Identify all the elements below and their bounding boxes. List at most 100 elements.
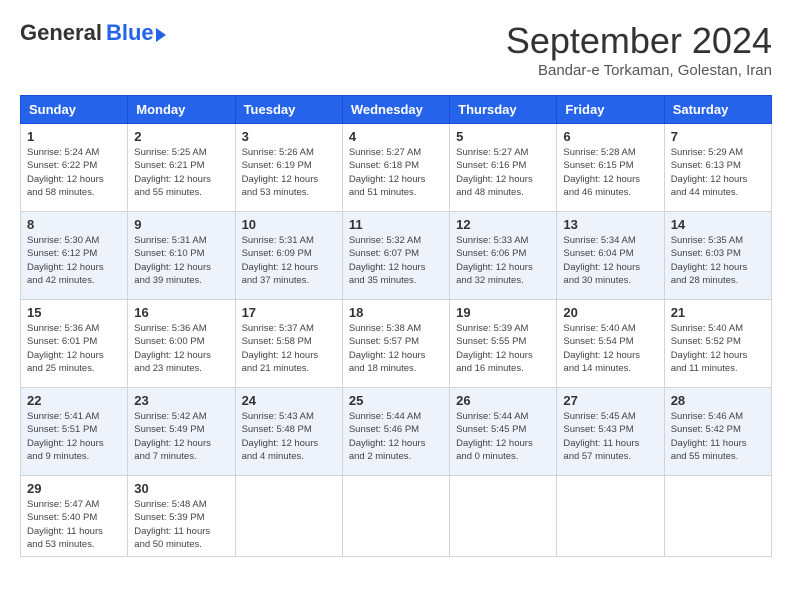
- day-info: Sunrise: 5:45 AM Sunset: 5:43 PM Dayligh…: [563, 410, 657, 463]
- day-info: Sunrise: 5:34 AM Sunset: 6:04 PM Dayligh…: [563, 234, 657, 287]
- day-info: Sunrise: 5:25 AM Sunset: 6:21 PM Dayligh…: [134, 146, 228, 199]
- day-number: 27: [563, 393, 657, 408]
- calendar-cell: 25 Sunrise: 5:44 AM Sunset: 5:46 PM Dayli…: [342, 388, 449, 476]
- day-info: Sunrise: 5:39 AM Sunset: 5:55 PM Dayligh…: [456, 322, 550, 375]
- calendar-cell: 6 Sunrise: 5:28 AM Sunset: 6:15 PM Daylig…: [557, 124, 664, 212]
- calendar-cell: 2 Sunrise: 5:25 AM Sunset: 6:21 PM Daylig…: [128, 124, 235, 212]
- calendar-cell: 23 Sunrise: 5:42 AM Sunset: 5:49 PM Dayli…: [128, 388, 235, 476]
- day-info: Sunrise: 5:40 AM Sunset: 5:54 PM Dayligh…: [563, 322, 657, 375]
- day-info: Sunrise: 5:38 AM Sunset: 5:57 PM Dayligh…: [349, 322, 443, 375]
- day-number: 20: [563, 305, 657, 320]
- day-info: Sunrise: 5:31 AM Sunset: 6:10 PM Dayligh…: [134, 234, 228, 287]
- page-header: General Blue September 2024 Bandar-e Tor…: [20, 20, 772, 79]
- day-info: Sunrise: 5:32 AM Sunset: 6:07 PM Dayligh…: [349, 234, 443, 287]
- day-number: 25: [349, 393, 443, 408]
- day-info: Sunrise: 5:47 AM Sunset: 5:40 PM Dayligh…: [27, 498, 121, 551]
- day-info: Sunrise: 5:31 AM Sunset: 6:09 PM Dayligh…: [242, 234, 336, 287]
- day-number: 26: [456, 393, 550, 408]
- day-number: 4: [349, 129, 443, 144]
- calendar-week-row: 15 Sunrise: 5:36 AM Sunset: 6:01 PM Dayli…: [21, 300, 772, 388]
- day-info: Sunrise: 5:48 AM Sunset: 5:39 PM Dayligh…: [134, 498, 228, 551]
- day-info: Sunrise: 5:28 AM Sunset: 6:15 PM Dayligh…: [563, 146, 657, 199]
- calendar-week-row: 8Sunrise: 5:30 AM Sunset: 6:12 PM Daylig…: [21, 212, 772, 300]
- day-number: 14: [671, 217, 765, 232]
- day-number: 2: [134, 129, 228, 144]
- calendar-cell: 4Sunrise: 5:27 AM Sunset: 6:18 PM Daylig…: [342, 124, 449, 212]
- day-number: 15: [27, 305, 121, 320]
- day-info: Sunrise: 5:43 AM Sunset: 5:48 PM Dayligh…: [242, 410, 336, 463]
- calendar-cell: [342, 476, 449, 557]
- day-number: 16: [134, 305, 228, 320]
- day-info: Sunrise: 5:35 AM Sunset: 6:03 PM Dayligh…: [671, 234, 765, 287]
- day-number: 18: [349, 305, 443, 320]
- calendar-week-row: 1 Sunrise: 5:24 AM Sunset: 6:22 PM Daylig…: [21, 124, 772, 212]
- day-number: 7: [671, 129, 765, 144]
- day-number: 6: [563, 129, 657, 144]
- day-number: 17: [242, 305, 336, 320]
- calendar-cell: 15 Sunrise: 5:36 AM Sunset: 6:01 PM Dayli…: [21, 300, 128, 388]
- weekday-header-row: SundayMondayTuesdayWednesdayThursdayFrid…: [21, 96, 772, 124]
- day-number: 23: [134, 393, 228, 408]
- logo-blue-text: Blue: [106, 20, 154, 46]
- day-info: Sunrise: 5:37 AM Sunset: 5:58 PM Dayligh…: [242, 322, 336, 375]
- weekday-header-monday: Monday: [128, 96, 235, 124]
- day-number: 29: [27, 481, 121, 496]
- calendar-cell: [450, 476, 557, 557]
- day-info: Sunrise: 5:40 AM Sunset: 5:52 PM Dayligh…: [671, 322, 765, 375]
- day-number: 10: [242, 217, 336, 232]
- calendar-cell: 3Sunrise: 5:26 AM Sunset: 6:19 PM Daylig…: [235, 124, 342, 212]
- calendar-cell: 10 Sunrise: 5:31 AM Sunset: 6:09 PM Dayli…: [235, 212, 342, 300]
- day-info: Sunrise: 5:24 AM Sunset: 6:22 PM Dayligh…: [27, 146, 121, 199]
- weekday-header-thursday: Thursday: [450, 96, 557, 124]
- day-info: Sunrise: 5:36 AM Sunset: 6:01 PM Dayligh…: [27, 322, 121, 375]
- calendar-cell: 9 Sunrise: 5:31 AM Sunset: 6:10 PM Daylig…: [128, 212, 235, 300]
- logo-general-text: General: [20, 20, 102, 46]
- calendar-cell: 11 Sunrise: 5:32 AM Sunset: 6:07 PM Dayli…: [342, 212, 449, 300]
- logo-arrow-icon: [156, 28, 166, 42]
- day-number: 13: [563, 217, 657, 232]
- calendar-cell: 26Sunrise: 5:44 AM Sunset: 5:45 PM Dayli…: [450, 388, 557, 476]
- weekday-header-saturday: Saturday: [664, 96, 771, 124]
- calendar-cell: 24 Sunrise: 5:43 AM Sunset: 5:48 PM Dayli…: [235, 388, 342, 476]
- day-number: 19: [456, 305, 550, 320]
- day-info: Sunrise: 5:42 AM Sunset: 5:49 PM Dayligh…: [134, 410, 228, 463]
- day-info: Sunrise: 5:36 AM Sunset: 6:00 PM Dayligh…: [134, 322, 228, 375]
- calendar-cell: 22 Sunrise: 5:41 AM Sunset: 5:51 PM Dayli…: [21, 388, 128, 476]
- calendar-cell: [664, 476, 771, 557]
- day-number: 30: [134, 481, 228, 496]
- weekday-header-wednesday: Wednesday: [342, 96, 449, 124]
- calendar-cell: 13 Sunrise: 5:34 AM Sunset: 6:04 PM Dayli…: [557, 212, 664, 300]
- calendar-cell: 20 Sunrise: 5:40 AM Sunset: 5:54 PM Dayli…: [557, 300, 664, 388]
- day-number: 5: [456, 129, 550, 144]
- calendar-cell: 21 Sunrise: 5:40 AM Sunset: 5:52 PM Dayli…: [664, 300, 771, 388]
- calendar-cell: 29 Sunrise: 5:47 AM Sunset: 5:40 PM Dayli…: [21, 476, 128, 557]
- day-info: Sunrise: 5:44 AM Sunset: 5:46 PM Dayligh…: [349, 410, 443, 463]
- calendar-week-row: 29 Sunrise: 5:47 AM Sunset: 5:40 PM Dayli…: [21, 476, 772, 557]
- calendar-cell: 7Sunrise: 5:29 AM Sunset: 6:13 PM Daylig…: [664, 124, 771, 212]
- day-number: 1: [27, 129, 121, 144]
- calendar-table: SundayMondayTuesdayWednesdayThursdayFrid…: [20, 95, 772, 557]
- calendar-cell: 5 Sunrise: 5:27 AM Sunset: 6:16 PM Daylig…: [450, 124, 557, 212]
- calendar-cell: 14 Sunrise: 5:35 AM Sunset: 6:03 PM Dayli…: [664, 212, 771, 300]
- day-number: 22: [27, 393, 121, 408]
- day-info: Sunrise: 5:26 AM Sunset: 6:19 PM Dayligh…: [242, 146, 336, 199]
- logo: General Blue: [20, 20, 166, 46]
- day-number: 24: [242, 393, 336, 408]
- day-info: Sunrise: 5:41 AM Sunset: 5:51 PM Dayligh…: [27, 410, 121, 463]
- day-number: 21: [671, 305, 765, 320]
- weekday-header-tuesday: Tuesday: [235, 96, 342, 124]
- day-number: 28: [671, 393, 765, 408]
- calendar-week-row: 22 Sunrise: 5:41 AM Sunset: 5:51 PM Dayli…: [21, 388, 772, 476]
- calendar-cell: 19 Sunrise: 5:39 AM Sunset: 5:55 PM Dayli…: [450, 300, 557, 388]
- month-title: September 2024: [506, 20, 772, 62]
- day-number: 9: [134, 217, 228, 232]
- calendar-cell: [557, 476, 664, 557]
- day-number: 8: [27, 217, 121, 232]
- calendar-cell: 30 Sunrise: 5:48 AM Sunset: 5:39 PM Dayli…: [128, 476, 235, 557]
- calendar-cell: 16 Sunrise: 5:36 AM Sunset: 6:00 PM Dayli…: [128, 300, 235, 388]
- day-info: Sunrise: 5:27 AM Sunset: 6:16 PM Dayligh…: [456, 146, 550, 199]
- day-number: 11: [349, 217, 443, 232]
- day-info: Sunrise: 5:46 AM Sunset: 5:42 PM Dayligh…: [671, 410, 765, 463]
- day-info: Sunrise: 5:33 AM Sunset: 6:06 PM Dayligh…: [456, 234, 550, 287]
- calendar-cell: 28 Sunrise: 5:46 AM Sunset: 5:42 PM Dayli…: [664, 388, 771, 476]
